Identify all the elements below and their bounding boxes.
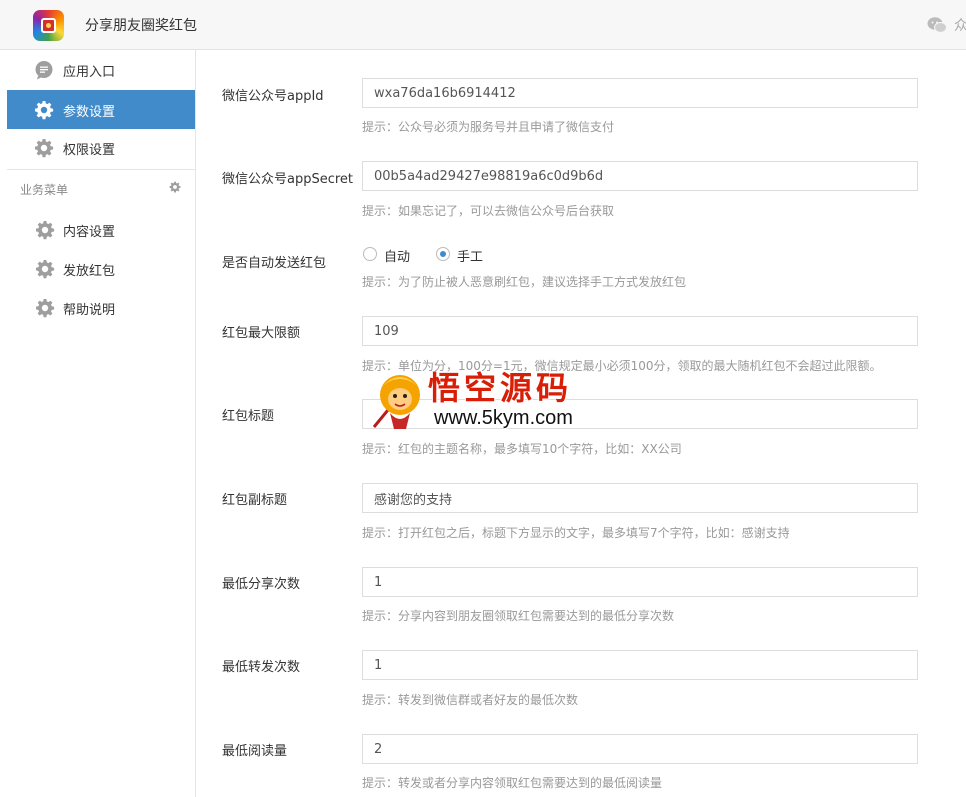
appsecret-hint: 提示：如果忘记了，可以去微信公众号后台获取 bbox=[362, 204, 615, 218]
sidebar-divider bbox=[7, 169, 195, 170]
appid-hint: 提示：公众号必须为服务号并且申请了微信支付 bbox=[362, 120, 615, 134]
packet-subtitle-hint: 提示：打开红包之后，标题下方显示的文字，最多填写7个字符，比如：感谢支持 bbox=[362, 526, 790, 540]
sidebar-item-label: 发放红包 bbox=[63, 264, 116, 279]
packet-subtitle-label: 红包副标题 bbox=[222, 493, 288, 508]
chat-bubble-icon bbox=[35, 61, 53, 80]
sidebar-item-app-entry[interactable]: 应用入口 bbox=[7, 50, 195, 89]
monkey-king-logo bbox=[372, 375, 420, 429]
min-share-label: 最低分享次数 bbox=[222, 577, 301, 592]
min-share-hint: 提示：分享内容到朋友圈领取红包需要达到的最低分享次数 bbox=[362, 609, 675, 623]
appid-label: 微信公众号appId bbox=[222, 89, 324, 104]
watermark: 悟空源码 www.5kym.com bbox=[368, 363, 608, 435]
sidebar-item-label: 帮助说明 bbox=[63, 303, 116, 318]
packet-title-hint: 提示：红包的主题名称，最多填写10个字符，比如：XX公司 bbox=[362, 442, 682, 456]
sidebar: 应用入口 参数设置 权限设置 业务菜单 内容设置 发放红包 帮助说明 bbox=[0, 50, 196, 797]
wechat-icon[interactable] bbox=[927, 16, 947, 34]
sidebar-item-help[interactable]: 帮助说明 bbox=[7, 288, 195, 327]
auto-radio-label[interactable]: 自动 bbox=[384, 246, 410, 265]
sidebar-item-content[interactable]: 内容设置 bbox=[7, 210, 195, 249]
sidebar-item-send-packet[interactable]: 发放红包 bbox=[7, 249, 195, 288]
app-title: 分享朋友圈奖红包 bbox=[85, 18, 197, 34]
watermark-title: 悟空源码 bbox=[428, 369, 573, 407]
min-forward-input[interactable] bbox=[362, 650, 918, 680]
gear-icon bbox=[34, 100, 54, 120]
gear-icon bbox=[35, 298, 55, 318]
watermark-url: www.5kym.com bbox=[434, 407, 573, 429]
auto-radio[interactable] bbox=[363, 247, 377, 261]
appsecret-label: 微信公众号appSecret bbox=[222, 172, 354, 187]
min-share-input[interactable] bbox=[362, 567, 918, 597]
min-read-hint: 提示：转发或者分享内容领取红包需要达到的最低阅读量 bbox=[362, 776, 663, 790]
top-right-text[interactable]: 众 bbox=[954, 15, 966, 35]
min-forward-label: 最低转发次数 bbox=[222, 660, 301, 675]
gear-icon bbox=[34, 138, 54, 158]
gear-icon bbox=[35, 259, 55, 279]
top-bar: 分享朋友圈奖红包 众 bbox=[0, 0, 966, 50]
gear-icon bbox=[35, 220, 55, 240]
red-packet-icon bbox=[41, 18, 56, 33]
manual-radio-label[interactable]: 手工 bbox=[457, 246, 483, 265]
sidebar-item-label: 内容设置 bbox=[63, 225, 116, 240]
auto-send-label: 是否自动发送红包 bbox=[222, 256, 327, 271]
sidebar-item-permissions[interactable]: 权限设置 bbox=[7, 128, 195, 167]
packet-title-label: 红包标题 bbox=[222, 409, 275, 424]
app-logo[interactable] bbox=[33, 10, 64, 41]
appid-input[interactable] bbox=[362, 78, 918, 108]
max-amount-input[interactable] bbox=[362, 316, 918, 346]
sidebar-item-label: 权限设置 bbox=[63, 143, 116, 158]
packet-subtitle-input[interactable] bbox=[362, 483, 918, 513]
max-amount-label: 红包最大限额 bbox=[222, 326, 301, 341]
appsecret-input[interactable] bbox=[362, 161, 918, 191]
sidebar-item-label: 参数设置 bbox=[63, 105, 116, 120]
sidebar-item-label: 应用入口 bbox=[63, 65, 116, 80]
manual-radio[interactable] bbox=[436, 247, 450, 261]
gear-icon[interactable] bbox=[169, 181, 181, 193]
auto-send-hint: 提示：为了防止被人恶意刷红包，建议选择手工方式发放红包 bbox=[362, 275, 687, 289]
min-read-input[interactable] bbox=[362, 734, 918, 764]
min-forward-hint: 提示：转发到微信群或者好友的最低次数 bbox=[362, 693, 579, 707]
sidebar-item-params[interactable]: 参数设置 bbox=[7, 90, 195, 129]
sidebar-section-title: 业务菜单 bbox=[20, 183, 69, 197]
min-read-label: 最低阅读量 bbox=[222, 744, 288, 759]
